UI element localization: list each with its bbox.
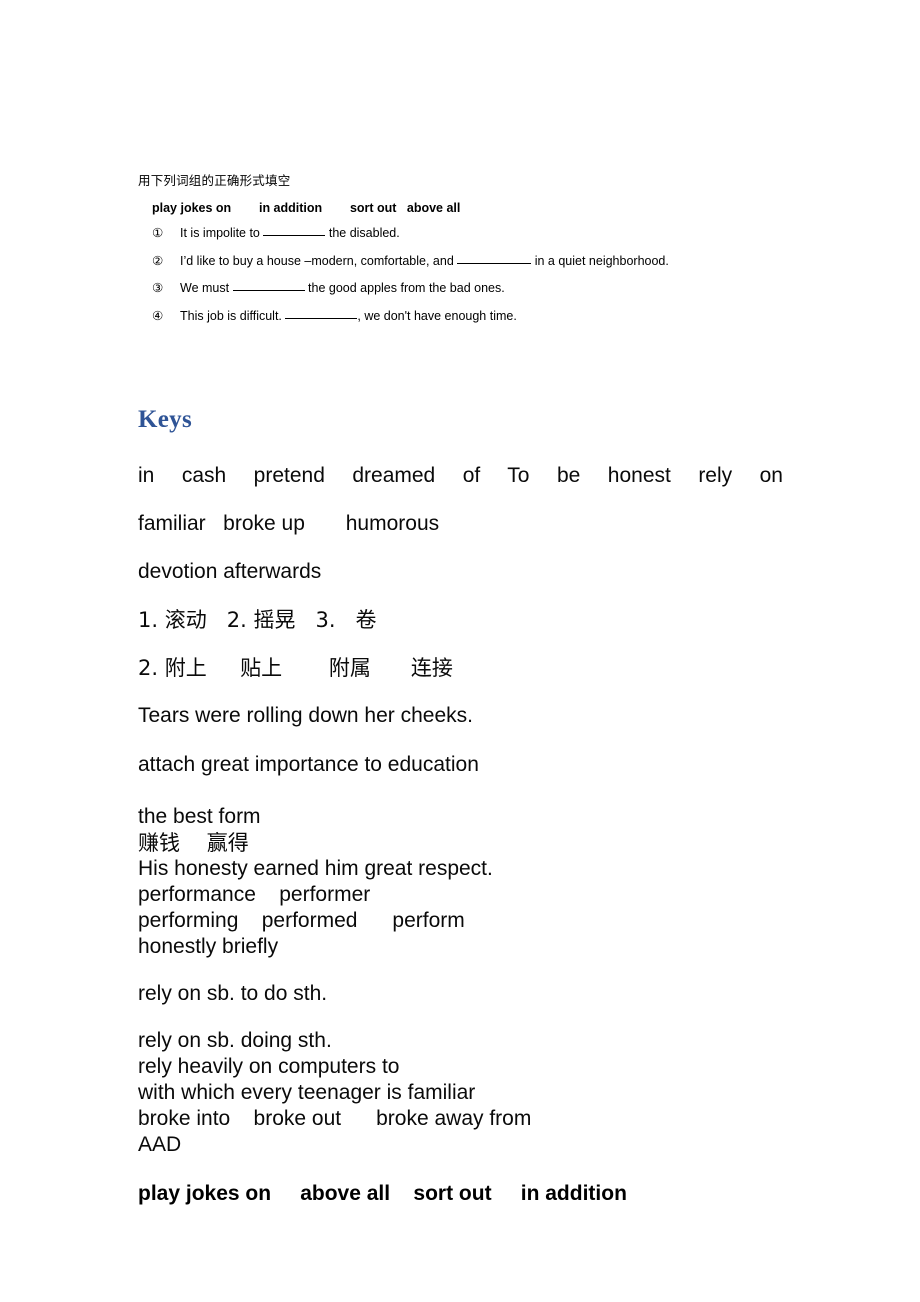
answer-line: performing performed perform xyxy=(138,909,465,932)
fill-in-blank[interactable] xyxy=(285,307,358,319)
answer-line: Tears were rolling down her cheeks. xyxy=(138,704,473,727)
answer-line: devotion afterwards xyxy=(138,560,322,583)
answer-line: the best form xyxy=(138,805,261,828)
item-text-after: , we don't have enough time. xyxy=(357,308,517,323)
exercise-item: ④ This job is difficult. , we don't have… xyxy=(152,308,838,324)
item-number: ③ xyxy=(152,280,164,295)
item-number: ② xyxy=(152,252,164,268)
answer-line: AAD xyxy=(138,1133,182,1156)
answer-line-cjk: 1. 滚动 2. 摇晃 3. 卷 xyxy=(138,608,377,632)
keys-heading: Keys xyxy=(138,406,192,433)
item-text-before: I’d like to buy a house –modern, comfort… xyxy=(180,253,458,268)
answer-line: broke into broke out broke away from xyxy=(138,1107,532,1130)
exercise-item: ③ We must the good apples from the bad o… xyxy=(152,280,838,296)
exercise-item: ① It is impolite to the disabled. xyxy=(152,225,838,241)
answer-line: rely on sb. to do sth. xyxy=(138,982,328,1005)
item-text-before: This job is difficult. xyxy=(180,308,286,323)
item-text-after: the disabled. xyxy=(325,226,400,240)
answer-line: attach great importance to education xyxy=(138,753,479,776)
item-text-before: We must xyxy=(180,281,233,295)
answer-line: familiar broke up humorous xyxy=(138,512,440,535)
answer-line: His honesty earned him great respect. xyxy=(138,857,493,880)
fill-in-blank[interactable] xyxy=(263,224,326,236)
item-text-before: It is impolite to xyxy=(180,226,264,240)
answer-line-cjk: 2. 附上 贴上 附属 连接 xyxy=(138,656,453,680)
exercise-section: 用下列词组的正确形式填空 play jokes on in addition s… xyxy=(138,172,838,335)
answer-line: with which every teenager is familiar xyxy=(138,1081,476,1104)
answer-line: rely on sb. doing sth. xyxy=(138,1029,332,1052)
item-text: This job is difficult. , we don't have e… xyxy=(180,308,517,324)
answer-line: performance performer xyxy=(138,883,371,906)
answer-line-justified: in cash pretend dreamed of To be honest … xyxy=(138,464,783,487)
item-text-after: in a quiet neighborhood. xyxy=(531,253,669,268)
item-text: We must the good apples from the bad one… xyxy=(180,280,505,296)
answer-line-cjk: 赚钱 赢得 xyxy=(138,831,249,855)
exercise-instruction: 用下列词组的正确形式填空 xyxy=(138,173,291,188)
keys-answer-body: in cash pretend dreamed of To be honest … xyxy=(138,452,786,1209)
answer-line: honestly briefly xyxy=(138,935,279,958)
item-text: It is impolite to the disabled. xyxy=(180,225,400,241)
item-number: ④ xyxy=(152,307,164,323)
item-text-after: the good apples from the bad ones. xyxy=(304,281,505,295)
exercise-item-list: ① It is impolite to the disabled. ② I’d … xyxy=(152,225,838,324)
item-number: ① xyxy=(152,225,164,240)
answer-line: rely heavily on computers to xyxy=(138,1055,400,1078)
document-page: 用下列词组的正确形式填空 play jokes on in addition s… xyxy=(0,0,920,1302)
exercise-item: ② I’d like to buy a house –modern, comfo… xyxy=(152,253,838,269)
fill-in-blank[interactable] xyxy=(232,279,305,291)
item-text: I’d like to buy a house –modern, comfort… xyxy=(180,253,669,269)
phrase-bank: play jokes on in addition sort out above… xyxy=(152,201,461,215)
answer-line-final-bold: play jokes on above all sort out in addi… xyxy=(138,1182,627,1205)
fill-in-blank[interactable] xyxy=(457,252,532,264)
